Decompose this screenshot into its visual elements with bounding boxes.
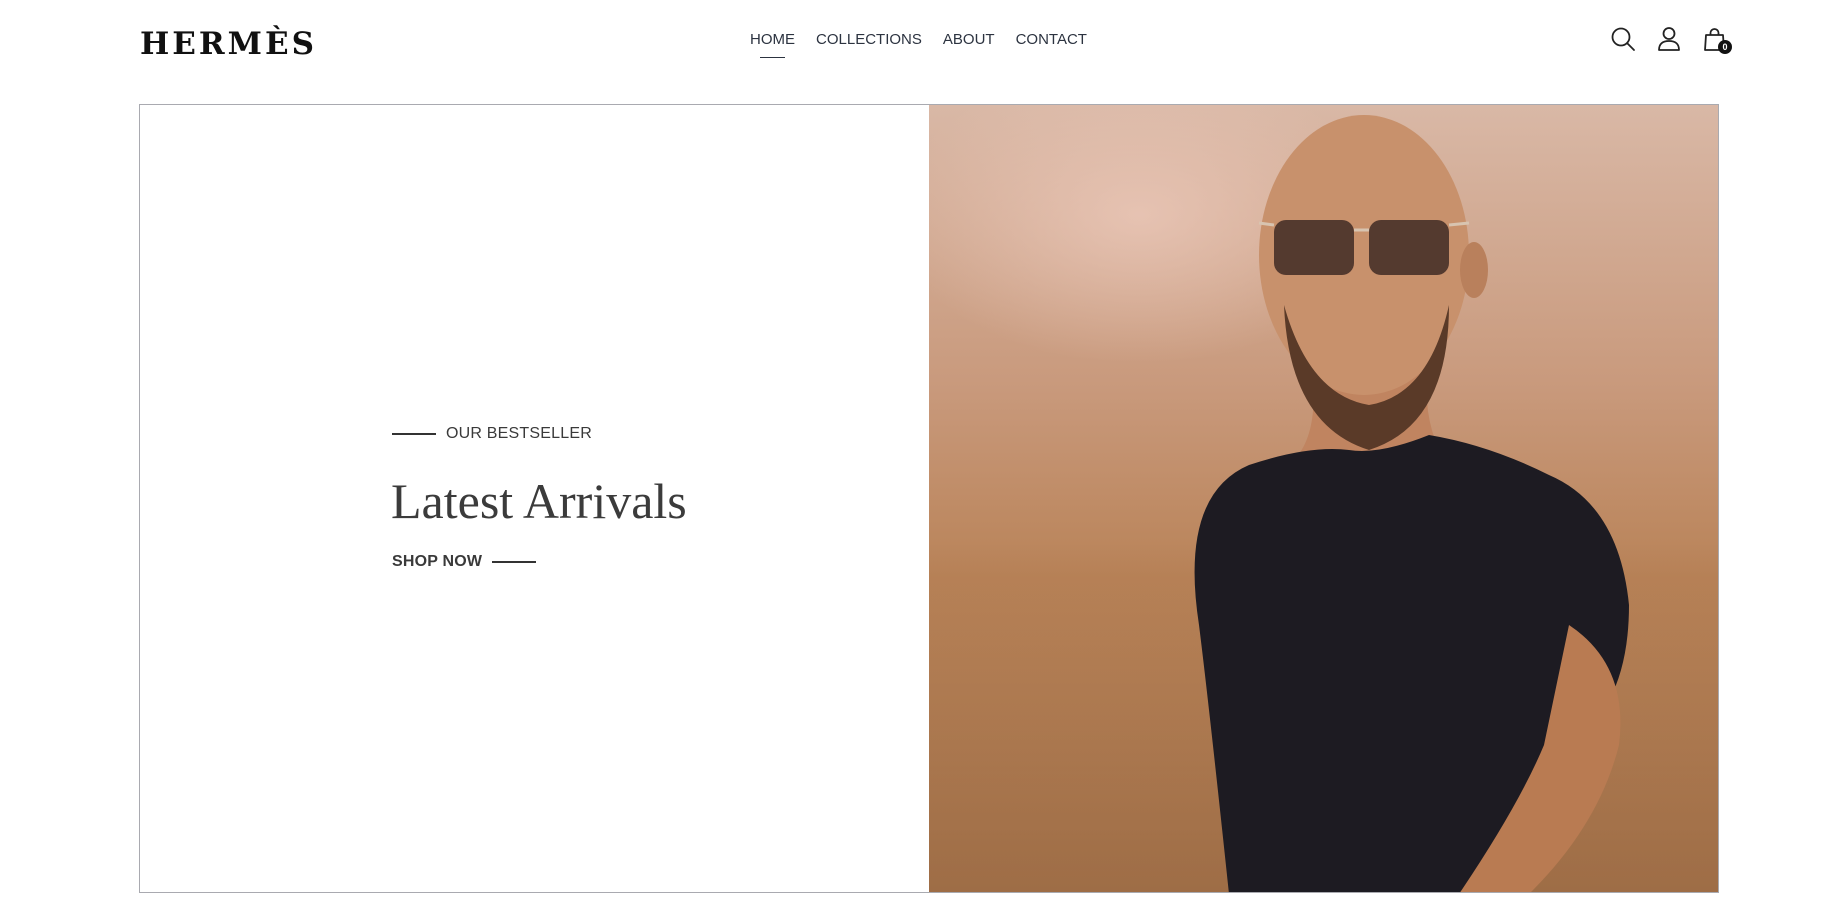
hero-text-panel: OUR BESTSELLER Latest Arrivals SHOP NOW <box>140 105 929 892</box>
nav-item-home[interactable]: HOME <box>750 30 795 58</box>
eyebrow-line <box>392 433 436 435</box>
site-header: HERMÈS HOME COLLECTIONS ABOUT CONTACT 0 <box>0 0 1825 88</box>
nav-item-contact[interactable]: CONTACT <box>1016 30 1087 50</box>
eyebrow-text: OUR BESTSELLER <box>446 425 592 442</box>
shop-now-link[interactable]: SHOP NOW <box>392 553 537 571</box>
header-icons: 0 <box>1610 26 1732 54</box>
nav-item-about[interactable]: ABOUT <box>943 30 995 50</box>
shopping-bag-icon[interactable]: 0 <box>1702 26 1732 54</box>
shop-now-label[interactable]: SHOP NOW <box>392 553 482 571</box>
user-icon[interactable] <box>1656 26 1682 52</box>
model-figure <box>1194 115 1629 892</box>
main-nav: HOME COLLECTIONS ABOUT CONTACT <box>0 30 1825 58</box>
cart-count-badge: 0 <box>1718 40 1732 54</box>
hero-banner: OUR BESTSELLER Latest Arrivals SHOP NOW <box>139 104 1719 893</box>
hero-eyebrow: OUR BESTSELLER <box>392 425 592 443</box>
shop-now-line <box>492 561 537 563</box>
nav-item-collections[interactable]: COLLECTIONS <box>816 30 922 50</box>
search-icon[interactable] <box>1610 26 1636 52</box>
hero-image <box>929 105 1718 892</box>
hero-title: Latest Arrivals <box>391 473 687 529</box>
